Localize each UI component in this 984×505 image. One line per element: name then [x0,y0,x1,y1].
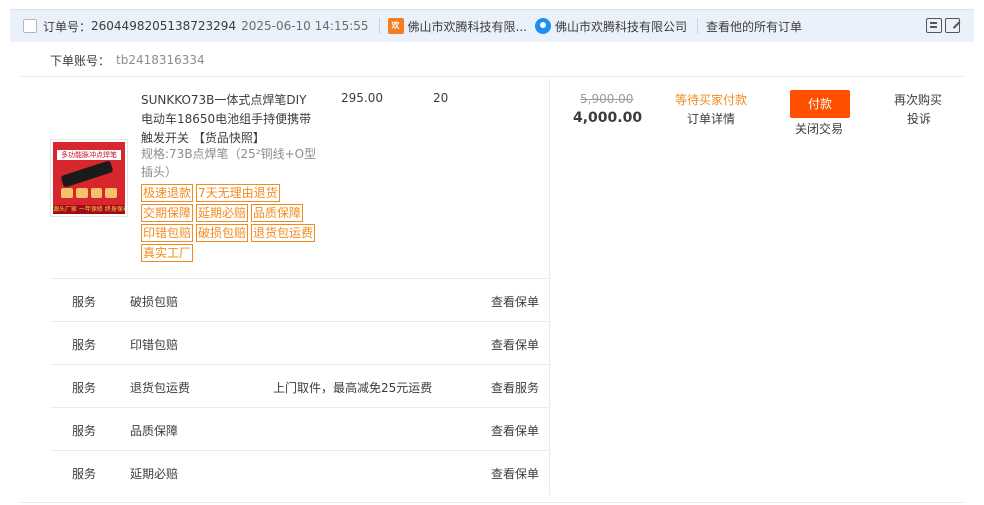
thumbnail-footer: 源头厂家 一年保修 终身保养 [53,205,125,214]
shop-name-link[interactable]: 佛山市欢腾科技有限... [408,18,527,35]
order-number-label: 订单号： [43,19,92,34]
pay-button[interactable]: 付款 [790,90,850,118]
product-thumbnail[interactable]: 多功能脉冲点焊笔 源头厂家 一年保修 终身保养 [50,139,128,217]
header-divider [378,18,380,34]
account-value: tb2418316334 [116,53,205,67]
service-row: 服务 品质保障 查看保单 [50,408,550,451]
service-tags: 极速退款 7天无理由退货 交期保障 延期必赔 品质保障 印错包赔 破损包赔 退货… [141,184,321,262]
service-tag: 交期保障 [141,204,194,222]
original-price: 5,900.00 [580,92,634,106]
service-label: 服务 [72,424,97,438]
view-policy-link[interactable]: 查看保单 [491,293,539,310]
unit-price: 295.00 [341,91,383,105]
service-tag: 破损包赔 [196,224,249,242]
order-detail-link[interactable]: 订单详情 [687,110,735,127]
shop-logo-icon: 欢 [387,18,404,34]
close-order-link[interactable]: 关闭交易 [795,120,843,137]
all-orders-link[interactable]: 查看他的所有订单 [706,18,802,35]
order-select-checkbox[interactable] [23,19,37,33]
service-tag: 印错包赔 [141,224,194,242]
view-service-link[interactable]: 查看服务 [491,379,539,396]
service-tag: 延期必赔 [196,204,249,222]
header-tools [926,18,960,33]
seller-name-link[interactable]: 佛山市欢腾科技有限公司 [555,18,687,35]
service-row: 服务 退货包运费 上门取件，最高减免25元运费 查看服务 [50,365,550,408]
chat-icon[interactable] [534,18,551,34]
service-tag: 7天无理由退货 [196,184,280,202]
edit-icon[interactable] [945,18,960,33]
quantity: 20 [433,91,449,105]
thumbnail-dots [61,188,117,198]
complain-link[interactable]: 投诉 [907,110,931,127]
service-tag: 真实工厂 [141,244,194,262]
item-column: 多功能脉冲点焊笔 源头厂家 一年保修 终身保养 SUNKKO73B一体式点焊笔D… [50,78,550,495]
bottom-divider [20,502,964,503]
view-policy-link[interactable]: 查看保单 [491,465,539,482]
service-name: 退货包运费 [130,381,191,395]
service-name: 品质保障 [130,424,179,438]
service-label: 服务 [72,338,97,352]
service-desc: 上门取件，最高减免25元运费 [273,381,433,395]
order-status: 等待买家付款 [675,93,748,107]
item-row: 多功能脉冲点焊笔 源头厂家 一年保修 终身保养 SUNKKO73B一体式点焊笔D… [50,78,550,279]
order-header: 订单号： 2604498205138723294 2025-06-10 14:1… [10,9,974,42]
rebuy-link[interactable]: 再次购买 [894,91,942,108]
order-number: 2604498205138723294 [91,19,237,33]
service-row: 服务 破损包赔 查看保单 [50,279,550,322]
order-body: 多功能脉冲点焊笔 源头厂家 一年保修 终身保养 SUNKKO73B一体式点焊笔D… [50,78,963,495]
service-row: 服务 印错包赔 查看保单 [50,322,550,365]
product-title-link[interactable]: SUNKKO73B一体式点焊笔DIY电动车18650电池组手持便携带触发开关 【… [141,91,316,148]
service-label: 服务 [72,381,97,395]
account-label: 下单账号： [50,53,111,68]
service-name: 印错包赔 [130,338,179,352]
service-label: 服务 [72,467,97,481]
product-spec: 规格:73B点焊笔（25²铜线+O型插头） [141,147,317,179]
service-name: 延期必赔 [130,467,179,481]
order-time: 2025-06-10 14:15:55 [241,19,369,33]
service-tag: 退货包运费 [251,224,316,242]
memo-icon[interactable] [926,18,942,33]
service-row: 服务 延期必赔 查看保单 [50,451,550,494]
account-row: 下单账号： tb2418316334 [20,44,964,77]
total-price: 4,000.00 [573,110,643,126]
thumbnail-title: 多功能脉冲点焊笔 [57,150,121,160]
header-divider-2 [697,18,698,34]
view-policy-link[interactable]: 查看保单 [491,336,539,353]
view-policy-link[interactable]: 查看保单 [491,422,539,439]
service-tag: 极速退款 [141,184,194,202]
product-image: 多功能脉冲点焊笔 源头厂家 一年保修 终身保养 [53,142,125,214]
service-tag: 品质保障 [251,204,304,222]
service-name: 破损包赔 [130,295,179,309]
pen-shape [60,160,114,188]
service-label: 服务 [72,295,97,309]
